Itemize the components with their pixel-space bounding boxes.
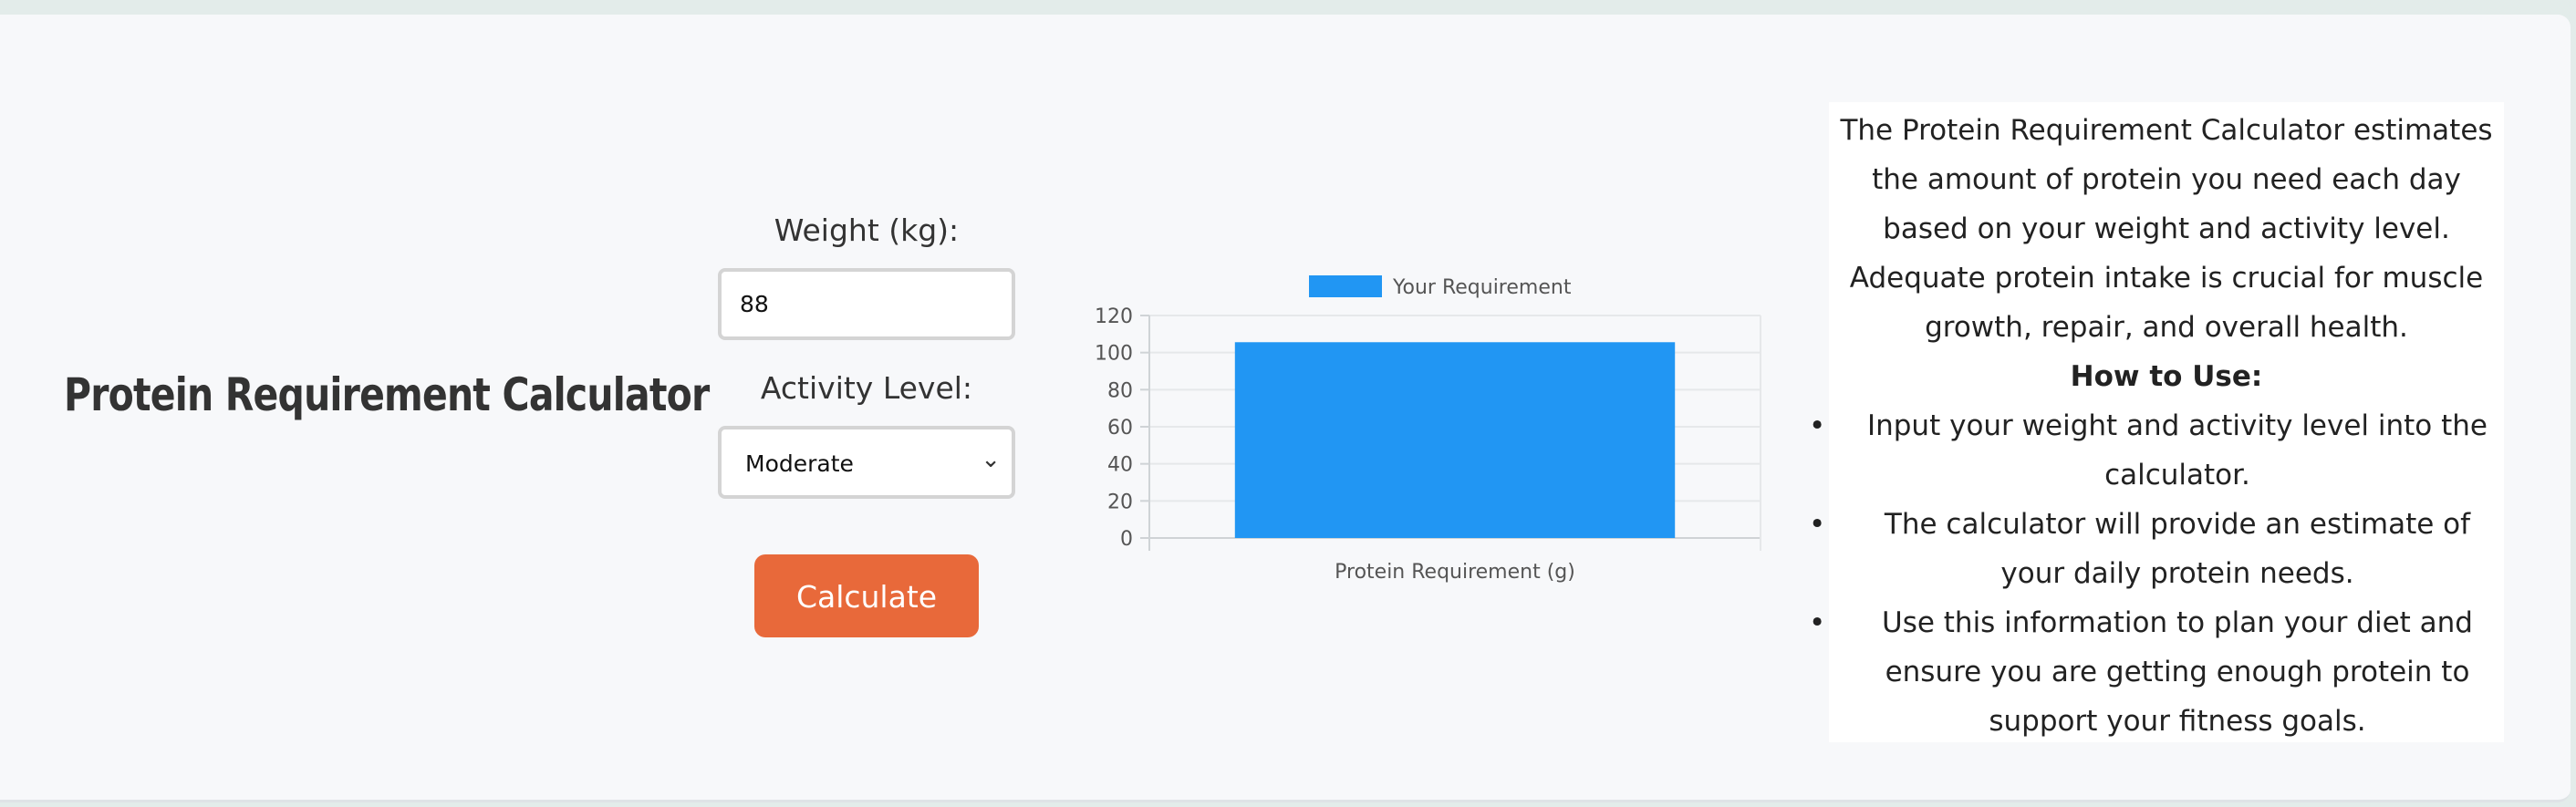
list-item: • The calculator will provide an estimate… bbox=[1809, 500, 2504, 598]
y-tick-label: 20 bbox=[1107, 491, 1133, 513]
list-item: • Input your weight and activity level in… bbox=[1809, 401, 2504, 500]
bar bbox=[1234, 342, 1676, 538]
how-to-use-heading: How to Use: bbox=[2070, 360, 2263, 393]
legend-label: Your Requirement bbox=[1392, 276, 1572, 299]
weight-label: Weight (kg): bbox=[774, 212, 960, 248]
step-text: The calculator will provide an estimate … bbox=[1884, 508, 2471, 590]
activity-label: Activity Level: bbox=[760, 370, 973, 406]
weight-input[interactable] bbox=[718, 268, 1015, 340]
activity-level-select[interactable]: Moderate ⌄ bbox=[718, 426, 1015, 499]
calculate-button[interactable]: Calculate bbox=[754, 554, 979, 637]
description-panel: The Protein Requirement Calculator estim… bbox=[1809, 102, 2504, 742]
step-text: Input your weight and activity level int… bbox=[1866, 409, 2488, 491]
y-tick-label: 60 bbox=[1107, 417, 1133, 440]
list-item: • Use this information to plan your diet … bbox=[1809, 598, 2504, 746]
y-tick-label: 40 bbox=[1107, 454, 1133, 477]
how-to-use-list: • Input your weight and activity level in… bbox=[1809, 401, 2504, 746]
y-tick-label: 80 bbox=[1107, 379, 1133, 402]
legend-swatch bbox=[1309, 275, 1382, 297]
y-tick-label: 120 bbox=[1095, 305, 1133, 328]
activity-level-value: Moderate bbox=[745, 450, 854, 477]
page-title: Protein Requirement Calculator bbox=[64, 368, 710, 421]
x-tick-label: Protein Requirement (g) bbox=[1335, 561, 1575, 584]
y-tick-label: 0 bbox=[1120, 528, 1133, 551]
calculator-card: Protein Requirement Calculator Weight (k… bbox=[0, 15, 2571, 802]
description-intro: The Protein Requirement Calculator estim… bbox=[1840, 114, 2493, 344]
top-strip bbox=[0, 0, 2576, 15]
chart-plot-area: 120 100 80 60 40 20 0 Protein Requirement (g) Yo… bbox=[1095, 275, 1761, 584]
bullet-icon: • bbox=[1809, 508, 1826, 541]
protein-chart: 120 100 80 60 40 20 0 Protein Requirement (g) Yo… bbox=[1095, 275, 1761, 584]
bullet-icon: • bbox=[1809, 409, 1826, 442]
y-tick-label: 100 bbox=[1095, 343, 1133, 366]
chevron-down-icon: ⌄ bbox=[981, 446, 1001, 473]
step-text: Use this information to plan your diet a… bbox=[1882, 606, 2473, 738]
bullet-icon: • bbox=[1809, 606, 1826, 639]
